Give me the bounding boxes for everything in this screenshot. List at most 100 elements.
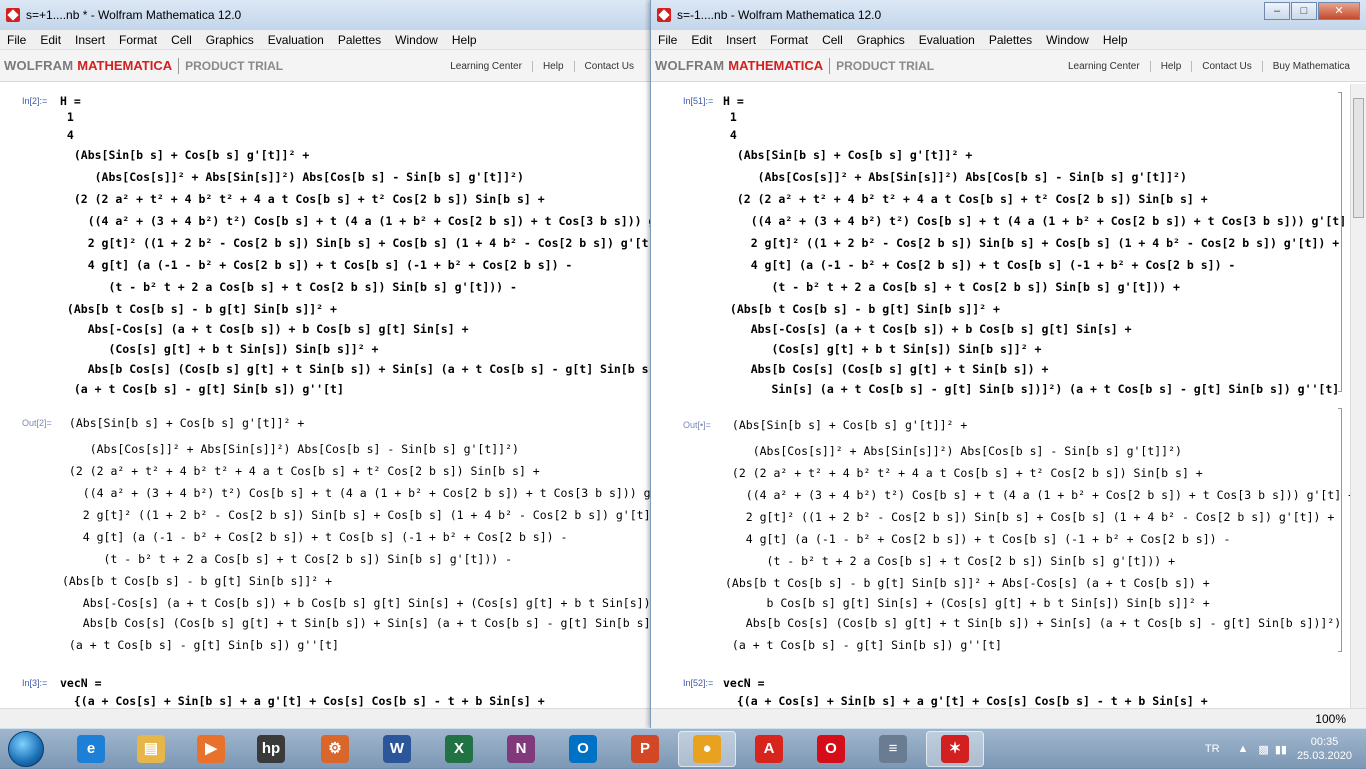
link-learning-center[interactable]: Learning Center — [440, 61, 532, 72]
input-line[interactable]: Abs[b Cos[s] (Cos[b s] g[t] + t Sin[b s]… — [60, 362, 650, 376]
input-line[interactable]: H = — [723, 94, 744, 108]
menu-insert[interactable]: Insert — [68, 33, 112, 47]
menu-evaluation[interactable]: Evaluation — [912, 33, 982, 47]
taskbar-app[interactable]: e — [62, 731, 120, 767]
input-line[interactable]: vecN = — [60, 676, 102, 690]
taskbar-app[interactable]: ▶ — [182, 731, 240, 767]
input-line[interactable]: ((4 a² + (3 + 4 b²) t²) Cos[b s] + t (4 … — [60, 214, 650, 228]
input-line[interactable]: 2 g[t]² ((1 + 2 b² - Cos[2 b s]) Sin[b s… — [60, 236, 650, 250]
volume-icon[interactable]: ▮▮ — [1275, 743, 1287, 756]
menu-help[interactable]: Help — [445, 33, 484, 47]
right-notebook-window[interactable]: s=-1....nb - Wolfram Mathematica 12.0 – … — [650, 0, 1366, 728]
clock[interactable]: 00:35 25.03.2020 — [1297, 735, 1352, 763]
input-line[interactable]: (Abs[Cos[s]]² + Abs[Sin[s]]²) Abs[Cos[b … — [60, 170, 524, 184]
input-line[interactable]: (t - b² t + 2 a Cos[b s] + t Cos[2 b s])… — [723, 280, 1180, 294]
link-learning-center[interactable]: Learning Center — [1058, 61, 1150, 72]
menu-cell[interactable]: Cell — [815, 33, 850, 47]
input-line[interactable]: 1 — [60, 110, 74, 124]
input-line[interactable]: 4 — [60, 128, 74, 142]
taskbar-app[interactable]: ≡ — [864, 731, 922, 767]
output-line: (2 (2 a² + t² + 4 b² t² + 4 a t Cos[b s]… — [725, 466, 1203, 480]
cell-bracket[interactable] — [1338, 408, 1342, 652]
left-notebook-window[interactable]: s=+1....nb * - Wolfram Mathematica 12.0 … — [0, 0, 650, 728]
cell-bracket[interactable] — [1338, 92, 1342, 392]
menu-window[interactable]: Window — [1039, 33, 1096, 47]
input-line[interactable]: {(a + Cos[s] + Sin[b s] + a g'[t] + Cos[… — [60, 694, 545, 708]
menu-edit[interactable]: Edit — [684, 33, 719, 47]
menu-insert[interactable]: Insert — [719, 33, 763, 47]
input-line[interactable]: 4 g[t] (a (-1 - b² + Cos[2 b s]) + t Cos… — [723, 258, 1236, 272]
menu-graphics[interactable]: Graphics — [850, 33, 912, 47]
taskbar-app[interactable]: ● — [678, 731, 736, 767]
scroll-thumb[interactable] — [1353, 98, 1364, 218]
input-line[interactable]: (Cos[s] g[t] + b t Sin[s]) Sin[b s]]² + — [723, 342, 1041, 356]
link-contact-us[interactable]: Contact Us — [1191, 60, 1261, 72]
taskbar-app[interactable]: O — [802, 731, 860, 767]
input-line[interactable]: Abs[-Cos[s] (a + t Cos[b s]) + b Cos[b s… — [723, 322, 1132, 336]
input-line[interactable]: vecN = — [723, 676, 765, 690]
menu-file[interactable]: File — [0, 33, 33, 47]
left-notebook-content[interactable]: In[2]:= H = 1 4 (Abs[Sin[b s] + Cos[b s]… — [0, 84, 650, 728]
cell-label-out2: Out[2]= — [22, 418, 52, 428]
menu-window[interactable]: Window — [388, 33, 445, 47]
input-line[interactable]: (Cos[s] g[t] + b t Sin[s]) Sin[b s]]² + — [60, 342, 378, 356]
minimize-button[interactable]: – — [1264, 2, 1290, 20]
tray-arrow-icon[interactable]: ▲ — [1238, 743, 1249, 755]
menu-palettes[interactable]: Palettes — [982, 33, 1039, 47]
input-line[interactable]: 1 — [723, 110, 737, 124]
taskbar-app[interactable]: W — [368, 731, 426, 767]
menu-file[interactable]: File — [651, 33, 684, 47]
menu-palettes[interactable]: Palettes — [331, 33, 388, 47]
right-notebook-content[interactable]: In[51]:= H = 1 4 (Abs[Sin[b s] + Cos[b s… — [651, 84, 1350, 728]
link-contact-us[interactable]: Contact Us — [573, 60, 644, 72]
brand-product-trial: PRODUCT TRIAL — [185, 58, 284, 73]
input-line[interactable]: 2 g[t]² ((1 + 2 b² - Cos[2 b s]) Sin[b s… — [723, 236, 1340, 250]
menu-format[interactable]: Format — [763, 33, 815, 47]
language-indicator[interactable]: TR — [1205, 743, 1220, 755]
menu-evaluation[interactable]: Evaluation — [261, 33, 331, 47]
maximize-button[interactable]: □ — [1291, 2, 1317, 20]
taskbar-app[interactable]: P — [616, 731, 674, 767]
input-line[interactable]: (2 (2 a² + t² + 4 b² t² + 4 a t Cos[b s]… — [723, 192, 1208, 206]
input-line[interactable]: Sin[s] (a + t Cos[b s] - g[t] Sin[b s])]… — [723, 382, 1339, 396]
input-line[interactable]: {(a + Cos[s] + Sin[b s] + a g'[t] + Cos[… — [723, 694, 1208, 708]
left-horizontal-scrollbar[interactable] — [0, 708, 650, 728]
taskbar-app[interactable]: hp — [242, 731, 300, 767]
left-title-bar[interactable]: s=+1....nb * - Wolfram Mathematica 12.0 — [0, 0, 650, 30]
taskbar-app[interactable]: O — [554, 731, 612, 767]
input-line[interactable]: Abs[-Cos[s] (a + t Cos[b s]) + b Cos[b s… — [60, 322, 469, 336]
link-buy-mathematica[interactable]: Buy Mathematica — [1261, 60, 1360, 72]
input-line[interactable]: (Abs[Sin[b s] + Cos[b s] g'[t]]² + — [60, 148, 309, 162]
menu-graphics[interactable]: Graphics — [199, 33, 261, 47]
taskbar-app[interactable]: X — [430, 731, 488, 767]
link-help[interactable]: Help — [1149, 60, 1192, 72]
close-button[interactable]: ✕ — [1318, 2, 1360, 20]
taskbar-app[interactable]: ▤ — [122, 731, 180, 767]
input-line[interactable]: (Abs[b t Cos[b s] - b g[t] Sin[b s]]² + — [723, 302, 1000, 316]
zoom-level[interactable]: 100% — [1315, 712, 1346, 726]
input-line[interactable]: ((4 a² + (3 + 4 b²) t²) Cos[b s] + t (4 … — [723, 214, 1350, 228]
input-line[interactable]: (Abs[Sin[b s] + Cos[b s] g'[t]]² + — [723, 148, 972, 162]
menu-help[interactable]: Help — [1096, 33, 1135, 47]
input-line[interactable]: 4 g[t] (a (-1 - b² + Cos[2 b s]) + t Cos… — [60, 258, 573, 272]
menu-cell[interactable]: Cell — [164, 33, 199, 47]
link-help[interactable]: Help — [531, 60, 574, 72]
input-line[interactable]: H = — [60, 94, 81, 108]
input-line[interactable]: (a + t Cos[b s] - g[t] Sin[b s]) g''[t] — [60, 382, 344, 396]
right-title-bar[interactable]: s=-1....nb - Wolfram Mathematica 12.0 – … — [651, 0, 1366, 30]
taskbar-app[interactable]: A — [740, 731, 798, 767]
right-vertical-scrollbar[interactable] — [1350, 84, 1366, 708]
input-line[interactable]: (2 (2 a² + t² + 4 b² t² + 4 a t Cos[b s]… — [60, 192, 545, 206]
taskbar-app[interactable]: N — [492, 731, 550, 767]
menu-edit[interactable]: Edit — [33, 33, 68, 47]
input-line[interactable]: (Abs[Cos[s]]² + Abs[Sin[s]]²) Abs[Cos[b … — [723, 170, 1187, 184]
input-line[interactable]: 4 — [723, 128, 737, 142]
input-line[interactable]: (t - b² t + 2 a Cos[b s] + t Cos[2 b s])… — [60, 280, 517, 294]
taskbar-app[interactable]: ✶ — [926, 731, 984, 767]
start-button[interactable] — [8, 731, 44, 767]
taskbar-app[interactable]: ⚙ — [306, 731, 364, 767]
input-line[interactable]: (Abs[b t Cos[b s] - b g[t] Sin[b s]]² + — [60, 302, 337, 316]
input-line[interactable]: Abs[b Cos[s] (Cos[b s] g[t] + t Sin[b s]… — [723, 362, 1049, 376]
menu-format[interactable]: Format — [112, 33, 164, 47]
network-icon[interactable]: ▩ — [1258, 743, 1268, 756]
